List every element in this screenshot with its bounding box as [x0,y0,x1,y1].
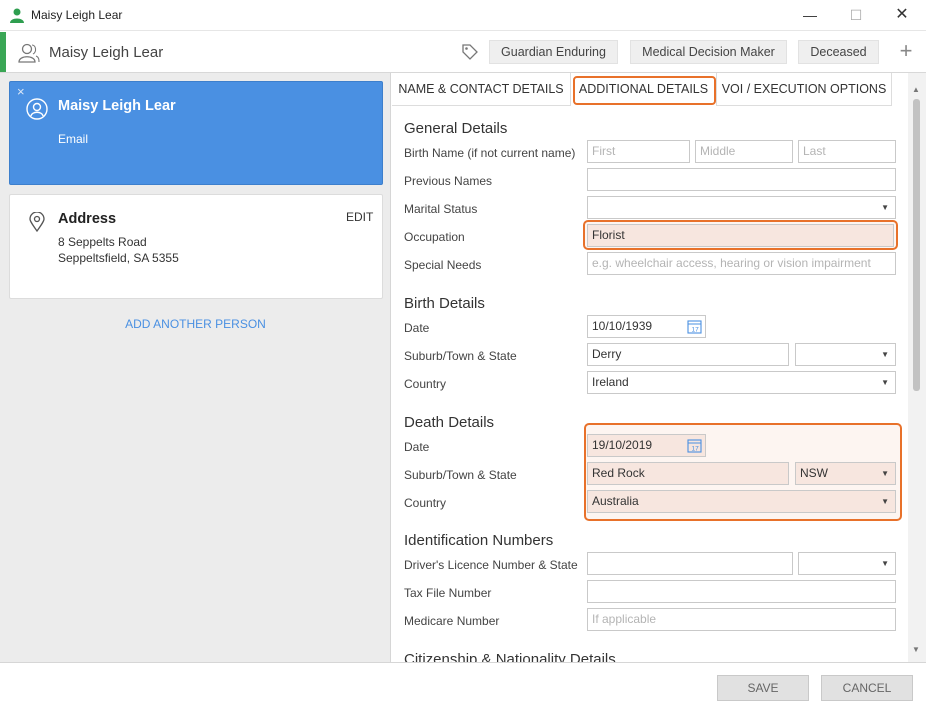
birth-details-heading: Birth Details [404,295,485,312]
active-tab-highlight [573,76,716,105]
close-window-button[interactable]: ✕ [887,4,917,26]
birth-state-select[interactable]: ▼ [795,343,896,366]
death-country-label: Country [404,496,447,510]
chevron-down-icon: ▼ [881,559,889,568]
calendar-icon[interactable]: 17 [687,319,702,334]
header-person-name: Maisy Leigh Lear [49,44,164,61]
birth-middle-name-input[interactable]: Middle [695,140,793,163]
special-needs-label: Special Needs [404,258,482,272]
birth-name-label: Birth Name (if not current name) [404,146,576,160]
tag-deceased[interactable]: Deceased [798,40,879,64]
person-header: Maisy Leigh Lear Guardian Enduring Medic… [0,32,926,73]
title-bar: Maisy Leigh Lear — ☐ ✕ [0,0,926,31]
death-state-value: NSW [800,466,828,480]
address-line-1: 8 Seppelts Road [58,235,147,249]
tfn-label: Tax File Number [404,586,492,600]
person-card-name: Maisy Leigh Lear [58,98,176,114]
window-title: Maisy Leigh Lear [31,8,123,22]
remove-person-icon[interactable]: × [17,84,25,99]
save-button[interactable]: SAVE [717,675,809,701]
birth-suburb-input[interactable]: Derry [587,343,789,366]
svg-text:17: 17 [692,327,700,334]
add-another-person-link[interactable]: ADD ANOTHER PERSON [0,317,391,331]
additional-details-form: General Details Birth Name (if not curre… [392,106,908,662]
previous-names-input[interactable] [587,168,896,191]
licence-state-select[interactable]: ▼ [798,552,896,575]
avatar-icon [26,98,48,120]
tax-file-number-input[interactable] [587,580,896,603]
dialog-footer: SAVE CANCEL [0,662,926,713]
death-date-value: 19/10/2019 [592,438,653,452]
previous-names-label: Previous Names [404,174,493,188]
birth-first-name-input[interactable]: First [587,140,690,163]
person-outline-icon [18,43,40,63]
accent-bar [0,32,6,72]
marital-status-label: Marital Status [404,202,478,216]
licence-label: Driver's Licence Number & State [404,558,578,572]
edit-address-button[interactable]: EDIT [346,210,373,224]
tag-medical-decision-maker[interactable]: Medical Decision Maker [630,40,787,64]
person-card[interactable]: × Maisy Leigh Lear Email [9,81,383,185]
maximize-button[interactable]: ☐ [841,4,871,26]
licence-number-input[interactable] [587,552,793,575]
occupation-input[interactable]: Florist [587,224,894,247]
svg-text:17: 17 [692,446,700,453]
minimize-button[interactable]: — [795,4,825,26]
birth-suburb-label: Suburb/Town & State [404,349,517,363]
scroll-up-icon[interactable]: ▲ [912,85,920,94]
add-tag-button[interactable]: + [895,38,917,64]
general-details-heading: General Details [404,120,508,137]
location-pin-icon [29,212,45,232]
birth-country-select[interactable]: Ireland ▼ [587,371,896,394]
detail-tabs: NAME & CONTACT DETAILS ADDITIONAL DETAIL… [392,73,926,106]
address-card: Address EDIT 8 Seppelts Road Seppeltsfie… [9,194,383,299]
tab-voi-execution-options[interactable]: VOI / EXECUTION OPTIONS [717,73,892,106]
person-card-email[interactable]: Email [58,132,88,146]
tab-name-contact-details[interactable]: NAME & CONTACT DETAILS [392,73,571,106]
death-suburb-label: Suburb/Town & State [404,468,517,482]
calendar-icon[interactable]: 17 [687,438,702,453]
birth-country-value: Ireland [592,375,629,389]
death-country-select[interactable]: Australia ▼ [587,490,896,513]
death-date-label: Date [404,440,430,454]
address-line-2: Seppeltsfield, SA 5355 [58,251,179,265]
medicare-label: Medicare Number [404,614,500,628]
chevron-down-icon: ▼ [881,350,889,359]
medicare-number-input[interactable]: If applicable [587,608,896,631]
birth-date-input[interactable]: 10/10/1939 17 [587,315,706,338]
cancel-button[interactable]: CANCEL [821,675,913,701]
form-scrollbar[interactable]: ▲ ▼ [908,73,926,662]
people-sidebar: × Maisy Leigh Lear Email Address EDIT 8 … [0,73,391,662]
chevron-down-icon: ▼ [881,469,889,478]
death-country-value: Australia [592,494,639,508]
citizenship-heading: Citizenship & Nationality Details [404,651,616,662]
address-title: Address [58,211,117,227]
death-details-heading: Death Details [404,414,495,431]
chevron-down-icon: ▼ [881,378,889,387]
tag-guardian-enduring[interactable]: Guardian Enduring [489,40,618,64]
death-state-select[interactable]: NSW ▼ [795,462,896,485]
birth-date-label: Date [404,321,430,335]
occupation-label: Occupation [404,230,465,244]
death-suburb-input[interactable]: Red Rock [587,462,789,485]
person-app-icon [10,8,24,23]
tag-icon[interactable] [461,43,479,61]
marital-status-select[interactable]: ▼ [587,196,896,219]
scroll-down-icon[interactable]: ▼ [912,645,920,654]
identification-heading: Identification Numbers [404,532,554,549]
scrollbar-thumb[interactable] [913,99,920,391]
birth-date-value: 10/10/1939 [592,319,653,333]
death-date-input[interactable]: 19/10/2019 17 [587,434,706,457]
chevron-down-icon: ▼ [881,203,889,212]
birth-country-label: Country [404,377,447,391]
birth-last-name-input[interactable]: Last [798,140,896,163]
special-needs-input[interactable]: e.g. wheelchair access, hearing or visio… [587,252,896,275]
chevron-down-icon: ▼ [881,497,889,506]
